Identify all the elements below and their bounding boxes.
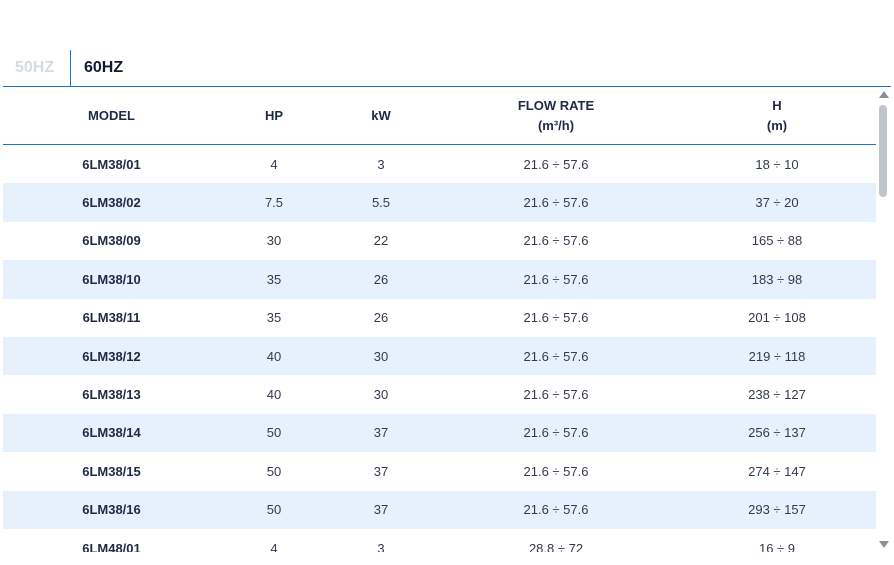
tab-divider	[70, 50, 71, 86]
table-row: 6LM38/10 35 26 21.6 ÷ 57.6 183 ÷ 98	[3, 260, 876, 299]
cell-kw: 37	[328, 413, 434, 453]
table-row: 6LM38/11 35 26 21.6 ÷ 57.6 201 ÷ 108	[3, 299, 876, 337]
cell-model: 6LM38/13	[82, 387, 141, 403]
cell-kw: 30	[373, 387, 389, 403]
cell-model: 6LM38/11	[82, 310, 141, 326]
cell-model: 6LM38/10	[3, 260, 220, 299]
table-scrollbar[interactable]	[877, 87, 891, 552]
pump-table: MODEL HP kW FLOW RATE (m³/h) H (m) 6LM38…	[3, 87, 876, 552]
scrollbar-thumb[interactable]	[879, 105, 887, 197]
header-head-unit: (m)	[766, 117, 788, 133]
table-row: 6LM38/12 40 30 21.6 ÷ 57.6 219 ÷ 118	[3, 336, 876, 376]
cell-hp: 35	[220, 260, 328, 299]
cell-model: 6LM38/12	[3, 336, 220, 376]
cell-flow: 21.6 ÷ 57.6	[434, 183, 678, 222]
table-header-row: MODEL HP kW FLOW RATE (m³/h) H (m)	[3, 87, 876, 145]
cell-kw: 37	[328, 490, 434, 529]
cell-head: 293 ÷ 157	[678, 490, 876, 529]
table-row: 6LM38/13 40 30 21.6 ÷ 57.6 238 ÷ 127	[3, 375, 876, 413]
header-head: H (m)	[678, 87, 876, 145]
cell-hp: 40	[220, 336, 328, 376]
cell-model: 6LM38/02	[3, 183, 220, 222]
cell-head: 165 ÷ 88	[751, 233, 803, 249]
table-row: 6LM38/01 4 3 21.6 ÷ 57.6 18 ÷ 10	[3, 145, 876, 184]
cell-flow: 21.6 ÷ 57.6	[523, 156, 589, 172]
table-body: 6LM38/01 4 3 21.6 ÷ 57.6 18 ÷ 10 6LM38/0…	[3, 145, 876, 552]
header-hp: HP	[220, 87, 328, 145]
tab-50hz[interactable]: 50HZ	[15, 50, 54, 86]
cell-model: 6LM38/09	[82, 233, 141, 249]
cell-flow: 21.6 ÷ 57.6	[523, 463, 589, 479]
table-row: 6LM38/09 30 22 21.6 ÷ 57.6 165 ÷ 88	[3, 222, 876, 260]
cell-flow: 21.6 ÷ 57.6	[523, 310, 589, 326]
cell-kw: 26	[373, 310, 389, 326]
header-model: MODEL	[3, 87, 220, 145]
cell-hp: 30	[266, 233, 282, 249]
table-row: 6LM38/15 50 37 21.6 ÷ 57.6 274 ÷ 147	[3, 452, 876, 490]
cell-flow: 21.6 ÷ 57.6	[434, 413, 678, 453]
cell-kw: 5.5	[328, 183, 434, 222]
cell-kw: 37	[373, 463, 389, 479]
cell-hp: 40	[266, 387, 282, 403]
tab-60hz[interactable]: 60HZ	[84, 50, 123, 86]
cell-head: 18 ÷ 10	[755, 156, 799, 172]
cell-head: 37 ÷ 20	[678, 183, 876, 222]
cell-kw: 26	[328, 260, 434, 299]
header-flow-rate: FLOW RATE (m³/h)	[434, 87, 678, 145]
header-flow-rate-unit: (m³/h)	[537, 117, 575, 133]
cell-hp: 50	[220, 490, 328, 529]
cell-head: 256 ÷ 137	[678, 413, 876, 453]
arrow-up-icon[interactable]	[879, 91, 889, 98]
cell-model: 6LM38/15	[82, 463, 141, 479]
cell-flow: 21.6 ÷ 57.6	[523, 233, 589, 249]
cell-head: 16 ÷ 9	[758, 540, 796, 552]
cell-hp: 50	[220, 413, 328, 453]
cell-flow: 21.6 ÷ 57.6	[523, 387, 589, 403]
table-row: 6LM38/02 7.5 5.5 21.6 ÷ 57.6 37 ÷ 20	[3, 183, 876, 222]
cell-hp: 50	[266, 463, 282, 479]
cell-flow: 21.6 ÷ 57.6	[434, 490, 678, 529]
cell-flow: 21.6 ÷ 57.6	[434, 260, 678, 299]
cell-model: 6LM38/16	[3, 490, 220, 529]
cell-flow: 21.6 ÷ 57.6	[434, 336, 678, 376]
arrow-down-icon[interactable]	[879, 541, 889, 548]
cell-hp: 35	[266, 310, 282, 326]
cell-kw: 22	[373, 233, 389, 249]
cell-hp: 7.5	[220, 183, 328, 222]
header-kw: kW	[328, 87, 434, 145]
table-row: 6LM38/16 50 37 21.6 ÷ 57.6 293 ÷ 157	[3, 490, 876, 529]
cell-kw: 3	[377, 540, 385, 552]
header-flow-rate-title: FLOW RATE	[517, 97, 595, 113]
frequency-tabs: 50HZ 60HZ	[3, 48, 891, 87]
table-row: 6LM38/14 50 37 21.6 ÷ 57.6 256 ÷ 137	[3, 413, 876, 453]
cell-hp: 4	[270, 156, 278, 172]
header-head-title: H	[772, 97, 782, 113]
cell-head: 274 ÷ 147	[748, 463, 806, 479]
cell-head: 201 ÷ 108	[748, 310, 806, 326]
cell-model: 6LM38/14	[3, 413, 220, 453]
cell-hp: 4	[270, 540, 278, 552]
pump-table-container: MODEL HP kW FLOW RATE (m³/h) H (m) 6LM38…	[3, 87, 876, 552]
cell-head: 183 ÷ 98	[678, 260, 876, 299]
cell-model: 6LM48/01	[82, 540, 141, 552]
cell-head: 238 ÷ 127	[748, 387, 806, 403]
cell-head: 219 ÷ 118	[678, 336, 876, 376]
cell-kw: 30	[328, 336, 434, 376]
cell-kw: 3	[377, 156, 385, 172]
table-row: 6LM48/01 4 3 28.8 ÷ 72 16 ÷ 9	[3, 529, 876, 552]
cell-model: 6LM38/01	[82, 156, 141, 172]
cell-flow: 28.8 ÷ 72	[528, 540, 584, 552]
